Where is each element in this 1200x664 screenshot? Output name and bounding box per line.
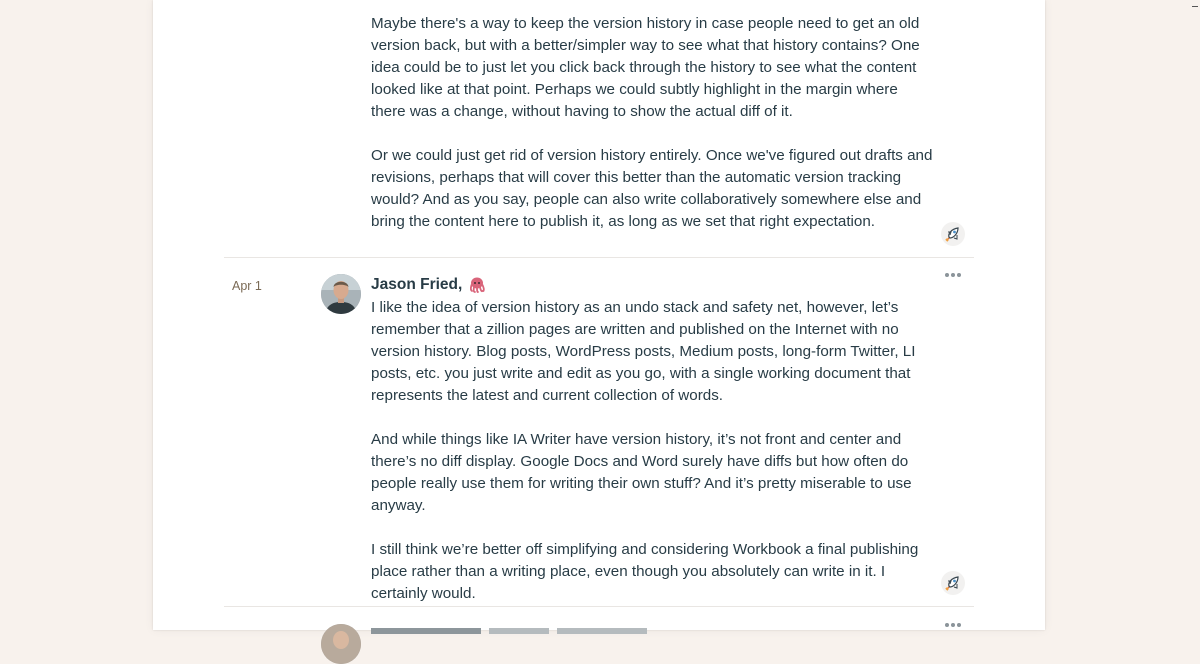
comment-date: Apr 1 xyxy=(232,279,262,293)
comment-body: I like the idea of version history as an… xyxy=(371,297,941,605)
more-options-icon xyxy=(945,623,949,627)
previous-comment-paragraph: Maybe there's a way to keep the version … xyxy=(371,15,920,120)
previous-comment-body: Maybe there's a way to keep the version … xyxy=(371,13,936,233)
comment-paragraph: I still think we’re better off simplifyi… xyxy=(371,541,919,602)
comment-paragraph: I like the idea of version history as an… xyxy=(371,299,916,404)
boost-button[interactable] xyxy=(941,571,965,595)
more-options-icon-dot xyxy=(957,273,961,277)
comment-separator xyxy=(224,257,974,258)
next-comment-avatar[interactable] xyxy=(321,624,361,664)
more-options-icon-dot xyxy=(957,623,961,627)
more-options-icon-dot xyxy=(951,623,955,627)
more-options-icon xyxy=(945,273,949,277)
avatar[interactable] xyxy=(321,274,361,314)
more-options-icon-dot xyxy=(951,273,955,277)
more-options-button[interactable] xyxy=(945,270,963,280)
boost-rocket-icon xyxy=(945,227,959,242)
more-options-button[interactable] xyxy=(945,620,963,630)
comment-separator xyxy=(224,606,974,607)
boost-button[interactable] xyxy=(941,222,965,246)
window-edge-mark xyxy=(1192,6,1198,7)
next-comment-author xyxy=(371,622,671,634)
boost-rocket-icon xyxy=(945,576,959,591)
author-name: Jason Fried, xyxy=(371,276,463,293)
comment-paragraph: And while things like IA Writer have ver… xyxy=(371,431,912,514)
comment-author: Jason Fried, xyxy=(371,276,486,294)
octopus-icon xyxy=(468,276,486,294)
previous-comment-paragraph: Or we could just get rid of version hist… xyxy=(371,147,933,230)
comment-thread-panel: Maybe there's a way to keep the version … xyxy=(153,0,1045,664)
